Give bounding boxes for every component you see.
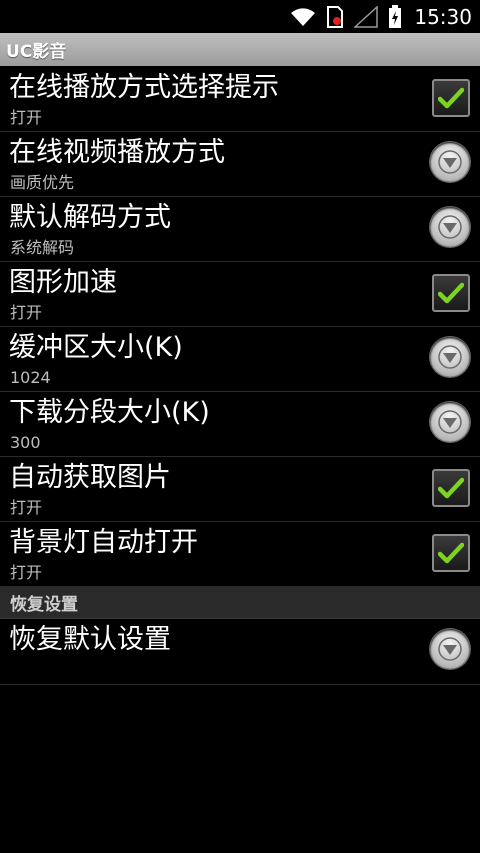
dropdown-button[interactable] <box>430 207 470 247</box>
battery-charging-icon <box>388 0 402 33</box>
setting-title: 缓冲区大小(K) <box>9 332 183 363</box>
checkmark-icon <box>438 477 464 499</box>
triangle-down-icon <box>438 150 462 174</box>
setting-summary: 300 <box>10 433 41 452</box>
setting-title: 背景灯自动打开 <box>9 527 198 558</box>
triangle-down-icon <box>438 215 462 239</box>
setting-summary: 系统解码 <box>10 238 75 257</box>
checkbox-checked[interactable] <box>432 79 470 117</box>
setting-summary: 1024 <box>10 368 51 387</box>
setting-restore-defaults[interactable]: 恢复默认设置 <box>0 619 480 685</box>
triangle-down-icon <box>438 345 462 369</box>
setting-title: 默认解码方式 <box>9 202 171 233</box>
app-title-bar: UC影音 <box>0 33 480 66</box>
checkbox-checked[interactable] <box>432 274 470 312</box>
setting-summary: 打开 <box>10 563 43 582</box>
setting-title: 图形加速 <box>9 267 117 298</box>
setting-download-segment-size[interactable]: 下载分段大小(K) 300 <box>0 392 480 457</box>
setting-title: 在线播放方式选择提示 <box>9 72 279 103</box>
setting-default-decoder[interactable]: 默认解码方式 系统解码 <box>0 197 480 262</box>
dropdown-button[interactable] <box>430 402 470 442</box>
clock-time: 15:30 <box>414 4 472 29</box>
setting-title: 下载分段大小(K) <box>9 397 210 428</box>
checkmark-icon <box>438 87 464 109</box>
section-header-restore: 恢复设置 <box>0 587 480 619</box>
setting-online-play-prompt[interactable]: 在线播放方式选择提示 打开 <box>0 67 480 132</box>
setting-title: 在线视频播放方式 <box>9 137 225 168</box>
settings-list: 在线播放方式选择提示 打开 在线视频播放方式 画质优先 默认解码方式 系统解码 <box>0 67 480 685</box>
app-title: UC影音 <box>6 42 67 62</box>
sim-card-icon <box>326 0 344 33</box>
setting-buffer-size[interactable]: 缓冲区大小(K) 1024 <box>0 327 480 392</box>
setting-summary: 打开 <box>10 498 43 517</box>
setting-title: 自动获取图片 <box>9 462 171 493</box>
checkbox-checked[interactable] <box>432 469 470 507</box>
checkmark-icon <box>438 282 464 304</box>
dropdown-button[interactable] <box>430 142 470 182</box>
dropdown-button[interactable] <box>430 337 470 377</box>
setting-summary: 打开 <box>10 108 43 127</box>
triangle-down-icon <box>438 637 462 661</box>
wifi-icon <box>290 0 316 33</box>
setting-graphics-acceleration[interactable]: 图形加速 打开 <box>0 262 480 327</box>
setting-online-video-play-mode[interactable]: 在线视频播放方式 画质优先 <box>0 132 480 197</box>
section-header-label: 恢复设置 <box>10 595 78 615</box>
checkbox-checked[interactable] <box>432 534 470 572</box>
setting-auto-fetch-image[interactable]: 自动获取图片 打开 <box>0 457 480 522</box>
setting-title: 恢复默认设置 <box>9 624 171 655</box>
setting-summary: 画质优先 <box>10 173 75 192</box>
triangle-down-icon <box>438 410 462 434</box>
dropdown-button[interactable] <box>430 629 470 669</box>
checkmark-icon <box>438 542 464 564</box>
status-bar: 15:30 <box>0 0 480 33</box>
signal-icon <box>354 0 379 33</box>
setting-backlight-auto-on[interactable]: 背景灯自动打开 打开 <box>0 522 480 587</box>
setting-summary: 打开 <box>10 303 43 322</box>
